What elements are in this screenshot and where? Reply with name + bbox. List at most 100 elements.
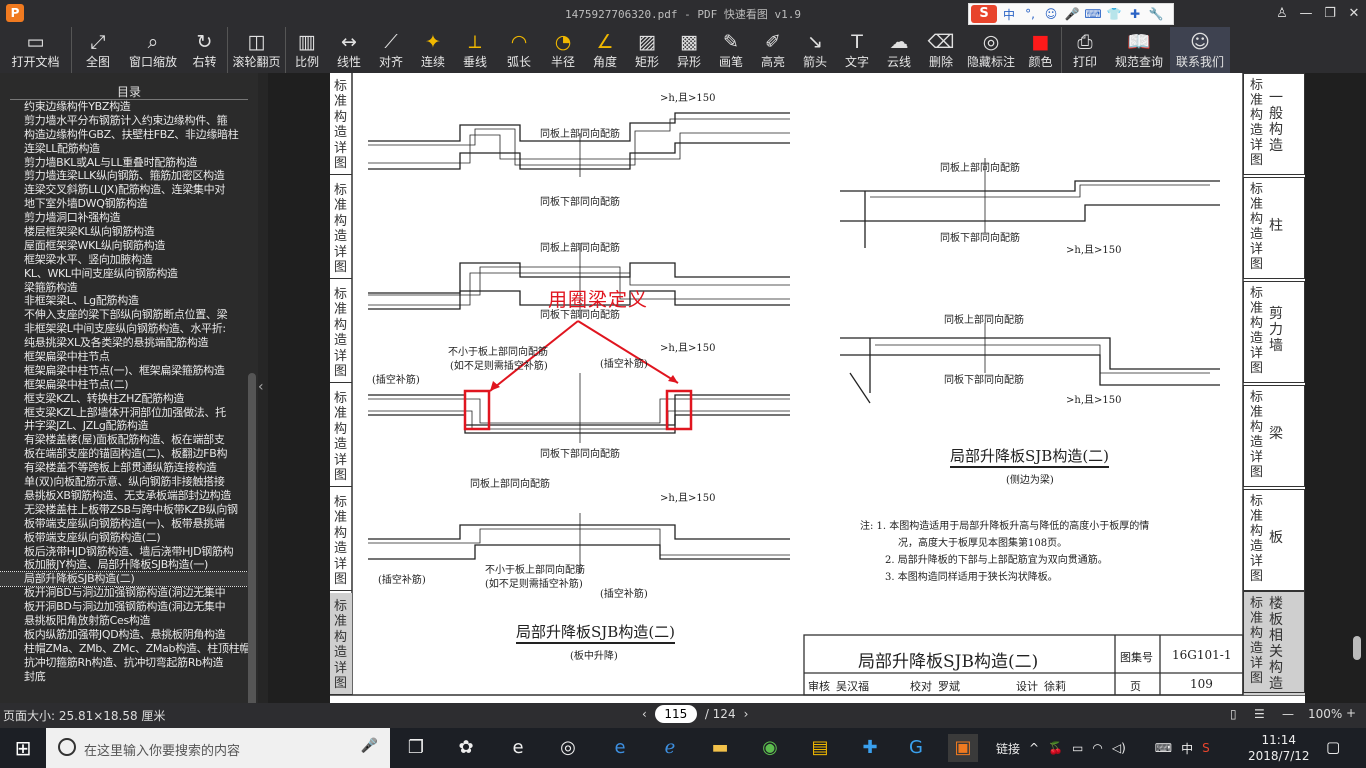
keyboard-icon[interactable]: ⌨ — [1084, 7, 1102, 21]
zoom-out-icon[interactable]: — — [1282, 707, 1294, 721]
toc-item[interactable]: 板在端部支座的锚固构造(二)、板翻边FB构 — [0, 447, 248, 461]
toc-item[interactable]: 剪力墙BKL或AL与LL重叠时配筋构造 — [0, 156, 248, 170]
cloud-button[interactable]: ☁ 云线 — [878, 27, 920, 73]
toc-item[interactable]: 框支梁KZL、转换柱ZHZ配筋构造 — [0, 392, 248, 406]
right-tab[interactable]: 标准构造详图 一般构造 — [1243, 73, 1305, 175]
minimize-button[interactable]: — — [1294, 0, 1318, 27]
toc-item[interactable]: 板后浇带HJD钢筋构造、墙后浇带HJD钢筋构 — [0, 545, 248, 559]
linear-button[interactable]: ↔ 线性 — [328, 27, 370, 73]
right-tab[interactable]: 标准构造详图 楼板相关构造 — [1243, 591, 1305, 693]
tray-link-label[interactable]: 链接 — [996, 740, 1020, 757]
right-tab[interactable]: 标准构造详图板 — [1243, 489, 1305, 591]
ie-icon[interactable]: e — [504, 734, 532, 762]
right-tab[interactable]: 标准构造详图 剪力墙 — [1243, 281, 1305, 383]
toolbox-icon[interactable]: ✚ — [1126, 7, 1144, 21]
print-button[interactable]: ⎙ 打印 — [1062, 27, 1108, 73]
fan-app-icon[interactable]: ✿ — [452, 734, 480, 762]
fit-all-button[interactable]: ⤢ 全图 — [72, 27, 124, 73]
prev-page-icon[interactable]: ‹ — [642, 707, 647, 721]
notes-app-icon[interactable]: ▤ — [806, 734, 834, 762]
next-page-icon[interactable]: › — [744, 707, 749, 721]
toc-item[interactable]: 连梁交叉斜筋LL(JX)配筋构造、连梁集中对 — [0, 183, 248, 197]
pen-button[interactable]: ✎ 画笔 — [710, 27, 752, 73]
windows-start-icon[interactable]: ⊞ — [0, 728, 46, 768]
close-button[interactable]: ✕ — [1342, 0, 1366, 27]
toc-item[interactable]: 剪力墙水平分布钢筋计入约束边缘构件、箍 — [0, 114, 248, 128]
color-button[interactable]: ■ 颜色 — [1020, 27, 1062, 73]
right-tab[interactable]: 标准构造详图梁 — [1243, 385, 1305, 487]
input-lang[interactable]: 中 — [1181, 740, 1193, 757]
single-page-icon[interactable]: ▯ — [1230, 707, 1237, 721]
toc-item[interactable]: 局部升降板SJB构造(二) — [0, 571, 248, 588]
highlight-button[interactable]: ✐ 高亮 — [752, 27, 794, 73]
edge-icon[interactable]: e — [606, 734, 634, 762]
360-icon[interactable]: ◉ — [756, 734, 784, 762]
toc-item[interactable]: 有梁楼盖楼(屋)面板配筋构造、板在端部支 — [0, 433, 248, 447]
keyboard-tray-icon[interactable]: ⌨ — [1155, 741, 1172, 755]
align-button[interactable]: ⟋ 对齐 — [370, 27, 412, 73]
microphone-icon[interactable]: 🎤 — [1063, 7, 1081, 21]
zoom-in-icon[interactable]: + — [1346, 706, 1356, 720]
toc-item[interactable]: 板内纵筋加强带JQD构造、悬挑板阴角构造 — [0, 628, 248, 642]
toc-item[interactable]: 剪力墙连梁LLK纵向钢筋、箍筋加密区构造 — [0, 169, 248, 183]
toc-item[interactable]: 地下室外墙DWQ钢筋构造 — [0, 197, 248, 211]
angle-button[interactable]: ∠ 角度 — [584, 27, 626, 73]
toc-item[interactable]: 框架扁梁中柱节点 — [0, 350, 248, 364]
polygon-button[interactable]: ▩ 异形 — [668, 27, 710, 73]
toc-item[interactable]: 柱帽ZMa、ZMb、ZMc、ZMab构造、柱顶柱帽 — [0, 642, 248, 656]
toc-item[interactable]: 框架扁梁中柱节点(二) — [0, 378, 248, 392]
page-scrollbar[interactable] — [1353, 636, 1361, 660]
left-tab[interactable]: 标准构造详图 — [330, 385, 352, 487]
arc-length-button[interactable]: ◠ 弧长 — [496, 27, 542, 73]
right-tab[interactable]: 标准构造详图柱 — [1243, 177, 1305, 279]
chevron-up-icon[interactable]: ^ — [1029, 741, 1039, 755]
contact-us-button[interactable]: ☺ 联系我们 — [1170, 27, 1230, 73]
left-tab[interactable]: 标准构造详图 — [330, 73, 352, 175]
toc-item[interactable]: 抗冲切箍筋Rh构造、抗冲切弯起筋Rb构造 — [0, 656, 248, 670]
hide-marks-button[interactable]: ◎ 隐藏标注 — [962, 27, 1020, 73]
sogou-tray-icon[interactable]: S — [1202, 741, 1210, 755]
toc-item[interactable]: 梁箍筋构造 — [0, 281, 248, 295]
left-tab[interactable]: 标准构造详图 — [330, 489, 352, 591]
left-tab[interactable]: 标准构造详图 — [330, 177, 352, 279]
taskbar-search[interactable]: 在这里输入你要搜索的内容 🎤 — [46, 728, 390, 768]
scale-button[interactable]: ▥ 比例 — [286, 27, 328, 73]
ime-punct[interactable]: °, — [1021, 7, 1039, 21]
perpendicular-button[interactable]: ⟂ 垂线 — [454, 27, 496, 73]
cortana-icon[interactable] — [58, 738, 76, 756]
toc-item[interactable]: 板加腋JY构造、局部升降板SJB构造(一) — [0, 558, 248, 572]
toc-item[interactable]: 有梁楼盖不等跨板上部贯通纵筋连接构造 — [0, 461, 248, 475]
left-tab[interactable]: 标准构造详图 — [330, 593, 352, 695]
notification-icon[interactable]: ▢ — [1326, 738, 1340, 756]
battery-icon[interactable]: ▭ — [1072, 741, 1083, 755]
clock[interactable]: 11:14 2018/7/12 — [1248, 732, 1310, 764]
toc-item[interactable]: 构造边缘构件GBZ、扶壁柱FBZ、非边缘暗柱 — [0, 128, 248, 142]
spec-query-button[interactable]: 📖 规范查询 — [1108, 27, 1170, 73]
window-zoom-button[interactable]: ⌕ 窗口缩放 — [124, 27, 182, 73]
toc-item[interactable]: 框架扁梁中柱节点(一)、框架扁梁箍筋构造 — [0, 364, 248, 378]
microphone-icon[interactable]: 🎤 — [361, 738, 378, 754]
sogou-browser-icon[interactable]: G — [902, 734, 930, 762]
toc-item[interactable]: 无梁楼盖柱上板带ZSB与跨中板带KZB纵向钢 — [0, 503, 248, 517]
sogou-icon[interactable]: S — [971, 5, 997, 23]
toc-list[interactable]: 约束边缘构件YBZ构造 剪力墙水平分布钢筋计入约束边缘构件、箍 构造边缘构件GBZ、… — [0, 100, 248, 703]
toc-item[interactable]: 封底 — [0, 670, 248, 684]
sidebar-collapse-button[interactable]: ‹ — [258, 73, 268, 703]
pdf-viewer-icon[interactable]: ▣ — [948, 734, 978, 762]
user-icon[interactable]: ♙ — [1270, 0, 1294, 27]
toc-item[interactable]: 井字梁JZL、JZLg配筋构造 — [0, 419, 248, 433]
browser-icon[interactable]: ◎ — [554, 734, 582, 762]
toc-item[interactable]: KL、WKL中间支座纵向钢筋构造 — [0, 267, 248, 281]
toc-item[interactable]: 板开洞BD与洞边加强钢筋构造(洞边无集中 — [0, 586, 248, 600]
toc-item[interactable]: 框支梁KZL上部墙体开洞部位加强做法、托 — [0, 406, 248, 420]
toc-item[interactable]: 单(双)向板配筋示意、纵向钢筋非接触搭接 — [0, 475, 248, 489]
rectangle-button[interactable]: ▨ 矩形 — [626, 27, 668, 73]
rotate-right-button[interactable]: ↻ 右转 — [182, 27, 228, 73]
document-view[interactable]: 用圈梁定义 同板上部同向配筋 同板下部同向配筋 >h,且>150 同板上部同向配… — [268, 73, 1366, 703]
radius-button[interactable]: ◔ 半径 — [542, 27, 584, 73]
scroll-page-button[interactable]: ◫ 滚轮翻页 — [228, 27, 286, 73]
continuous-page-icon[interactable]: ☰ — [1254, 707, 1265, 721]
text-button[interactable]: T 文字 — [836, 27, 878, 73]
toc-item[interactable]: 板带端支座纵向钢筋构造(二) — [0, 531, 248, 545]
toc-item[interactable]: 悬挑板XB钢筋构造、无支承板端部封边构造 — [0, 489, 248, 503]
